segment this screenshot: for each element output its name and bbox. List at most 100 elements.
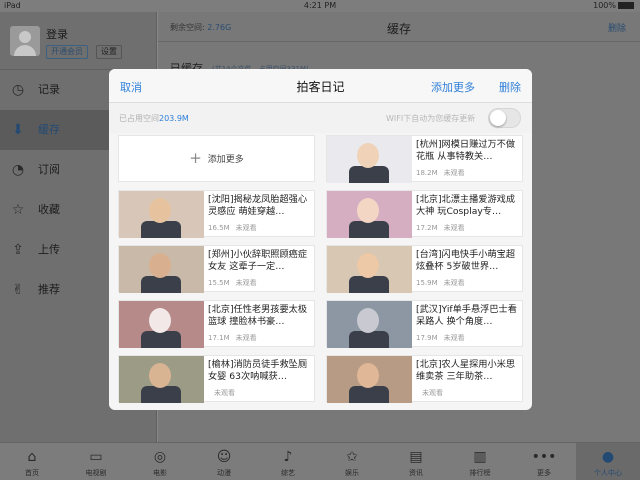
tab-label: 个人中心 bbox=[594, 469, 622, 477]
watch-status: 未观看 bbox=[443, 169, 465, 177]
avatar[interactable] bbox=[10, 26, 40, 56]
add-more-button[interactable]: 添加更多 bbox=[431, 79, 475, 95]
watch-status: 未观看 bbox=[214, 389, 235, 397]
video-size: 17.1M bbox=[208, 334, 230, 342]
thumbnail-figure bbox=[141, 331, 181, 348]
sidebar-item-label: 收藏 bbox=[38, 203, 60, 216]
video-thumbnail bbox=[119, 356, 204, 403]
used-space-label: 已占用空间203.9M bbox=[119, 114, 189, 123]
video-title: [北京]任性老男孩要太极篮球 撞脸林书豪… bbox=[208, 304, 308, 327]
watch-status: 未观看 bbox=[443, 224, 465, 232]
vip-button[interactable]: 开通会员 bbox=[46, 45, 88, 59]
video-card[interactable]: [沈阳]揭秘龙凤胎超强心灵感应 萌娃穿越… 16.5M 未观看 bbox=[118, 190, 315, 238]
tab-label: 电视剧 bbox=[85, 469, 107, 477]
video-thumbnail bbox=[327, 136, 412, 183]
tab-label: 排行榜 bbox=[469, 469, 491, 477]
video-card[interactable]: [武汉]Yif单手悬浮巴士看呆路人 换个角度… 17.9M 未观看 bbox=[326, 300, 523, 348]
video-meta: 15.5M 未观看 bbox=[208, 278, 257, 288]
add-more-card[interactable]: + 添加更多 bbox=[118, 135, 315, 182]
tab-anime[interactable]: ☺ 动漫 bbox=[192, 443, 256, 480]
thumbnail-figure bbox=[141, 386, 181, 403]
tab-label: 娱乐 bbox=[345, 469, 359, 477]
thumbnail-face bbox=[357, 143, 379, 168]
watch-status: 未观看 bbox=[443, 334, 465, 342]
sidebar-item-label: 上传 bbox=[38, 243, 60, 256]
video-title: [武汉]Yif单手悬浮巴士看呆路人 换个角度… bbox=[416, 304, 517, 327]
clock: 4:21 PM bbox=[303, 1, 337, 10]
thumbnail-figure bbox=[349, 166, 389, 183]
video-title: [郑州]小伙辞职照顾癌症女友 这辈子一定… bbox=[208, 249, 308, 272]
battery-percent: 100% bbox=[593, 1, 616, 10]
login-link[interactable]: 登录 bbox=[46, 26, 68, 42]
video-size: 15.9M bbox=[416, 279, 438, 287]
thumbnail-face bbox=[149, 198, 171, 223]
dialog-info-bar: 已占用空间203.9M WIFI下自动为您缓存更新 bbox=[109, 103, 532, 133]
thumbnail-face bbox=[149, 363, 171, 388]
main-header: 剩余空间: 2.76G 缓存 删除 bbox=[158, 12, 640, 42]
delete-button[interactable]: 删除 bbox=[608, 21, 626, 34]
video-title: [北京]北漂主播爱游戏成大神 玩Cosplay专… bbox=[416, 194, 516, 217]
video-card[interactable]: [北京]农人星探用小米思维卖茶 三年助茶… 未观看 bbox=[326, 355, 523, 403]
settings-button[interactable]: 设置 bbox=[96, 45, 122, 59]
watch-status: 未观看 bbox=[235, 334, 257, 342]
upload-icon: ⇪ bbox=[12, 242, 24, 258]
news-icon: ▤ bbox=[409, 449, 423, 465]
video-title: [台湾]闪电快手小萌宝超炫叠杯 5岁破世界… bbox=[416, 249, 516, 272]
thumbnail-face bbox=[357, 308, 379, 333]
thumbnail-figure bbox=[141, 276, 181, 293]
video-thumbnail bbox=[327, 301, 412, 348]
thumbnail-face bbox=[357, 198, 379, 223]
video-card[interactable]: [台湾]闪电快手小萌宝超炫叠杯 5岁破世界… 15.9M 未观看 bbox=[326, 245, 523, 293]
tab-label: 首页 bbox=[25, 469, 39, 477]
video-thumbnail bbox=[119, 246, 204, 293]
tab-home[interactable]: ⌂ 首页 bbox=[0, 443, 64, 480]
home-icon: ⌂ bbox=[27, 449, 37, 465]
video-meta: 未观看 bbox=[208, 388, 235, 398]
more-icon: ••• bbox=[531, 449, 557, 465]
tab-tv[interactable]: ▭ 电视剧 bbox=[64, 443, 128, 480]
add-more-card-label: 添加更多 bbox=[207, 155, 244, 165]
sidebar-item-label: 缓存 bbox=[38, 123, 60, 136]
used-space-value: 203.9M bbox=[159, 114, 189, 123]
tab-label: 动漫 bbox=[217, 469, 231, 477]
wifi-auto-cache-toggle[interactable] bbox=[488, 108, 521, 128]
video-meta: 18.2M 未观看 bbox=[416, 168, 465, 178]
video-title: [杭州]网模日赚过万不做花瓶 从事特教关… bbox=[416, 139, 516, 162]
delete-button[interactable]: 删除 bbox=[499, 79, 521, 95]
battery-icon bbox=[618, 2, 634, 9]
thumbnail-face bbox=[149, 308, 171, 333]
watch-status: 未观看 bbox=[235, 279, 257, 287]
user-icon: ● bbox=[601, 449, 615, 465]
video-title: [北京]农人星探用小米思维卖茶 三年助茶… bbox=[416, 359, 516, 382]
tab-profile[interactable]: ● 个人中心 bbox=[576, 443, 640, 480]
page-title: 缓存 bbox=[386, 22, 411, 36]
tv-icon: ▭ bbox=[89, 449, 103, 465]
video-card[interactable]: [榆林]消防员徒手救坠厕女婴 63次呐喊获… 未观看 bbox=[118, 355, 315, 403]
video-card[interactable]: [郑州]小伙辞职照顾癌症女友 这辈子一定… 15.5M 未观看 bbox=[118, 245, 315, 293]
tab-movie[interactable]: ◎ 电影 bbox=[128, 443, 192, 480]
status-bar: iPad 4:21 PM 100% bbox=[0, 0, 640, 12]
tab-ranking[interactable]: ▥ 排行榜 bbox=[448, 443, 512, 480]
tab-entertainment[interactable]: ✩ 娱乐 bbox=[320, 443, 384, 480]
video-card[interactable]: [北京]北漂主播爱游戏成大神 玩Cosplay专… 17.2M 未观看 bbox=[326, 190, 523, 238]
battery-indicator: 100% bbox=[593, 1, 634, 10]
sidebar-item-label: 推荐 bbox=[38, 283, 60, 296]
star-icon: ✩ bbox=[346, 449, 358, 465]
sidebar-item-label: 订阅 bbox=[38, 163, 60, 176]
ranking-icon: ▥ bbox=[473, 449, 487, 465]
thumbnail-face bbox=[149, 253, 171, 278]
thumbnail-figure bbox=[349, 221, 389, 238]
rss-icon: ◔ bbox=[11, 162, 25, 178]
profile-area: 登录 开通会员 设置 bbox=[0, 12, 156, 70]
video-size: 17.2M bbox=[416, 224, 438, 232]
tab-news[interactable]: ▤ 资讯 bbox=[384, 443, 448, 480]
tab-variety[interactable]: ♪ 综艺 bbox=[256, 443, 320, 480]
thumbnail-face bbox=[357, 253, 379, 278]
tab-more[interactable]: ••• 更多 bbox=[512, 443, 576, 480]
video-card[interactable]: [北京]任性老男孩要太极篮球 撞脸林书豪… 17.1M 未观看 bbox=[118, 300, 315, 348]
star-icon: ☆ bbox=[11, 202, 25, 218]
thumbs-up-icon: ✌ bbox=[12, 282, 24, 298]
video-size: 15.5M bbox=[208, 279, 230, 287]
video-card[interactable]: [杭州]网模日赚过万不做花瓶 从事特教关… 18.2M 未观看 bbox=[326, 135, 523, 183]
video-title: [沈阳]揭秘龙凤胎超强心灵感应 萌娃穿越… bbox=[208, 194, 308, 217]
